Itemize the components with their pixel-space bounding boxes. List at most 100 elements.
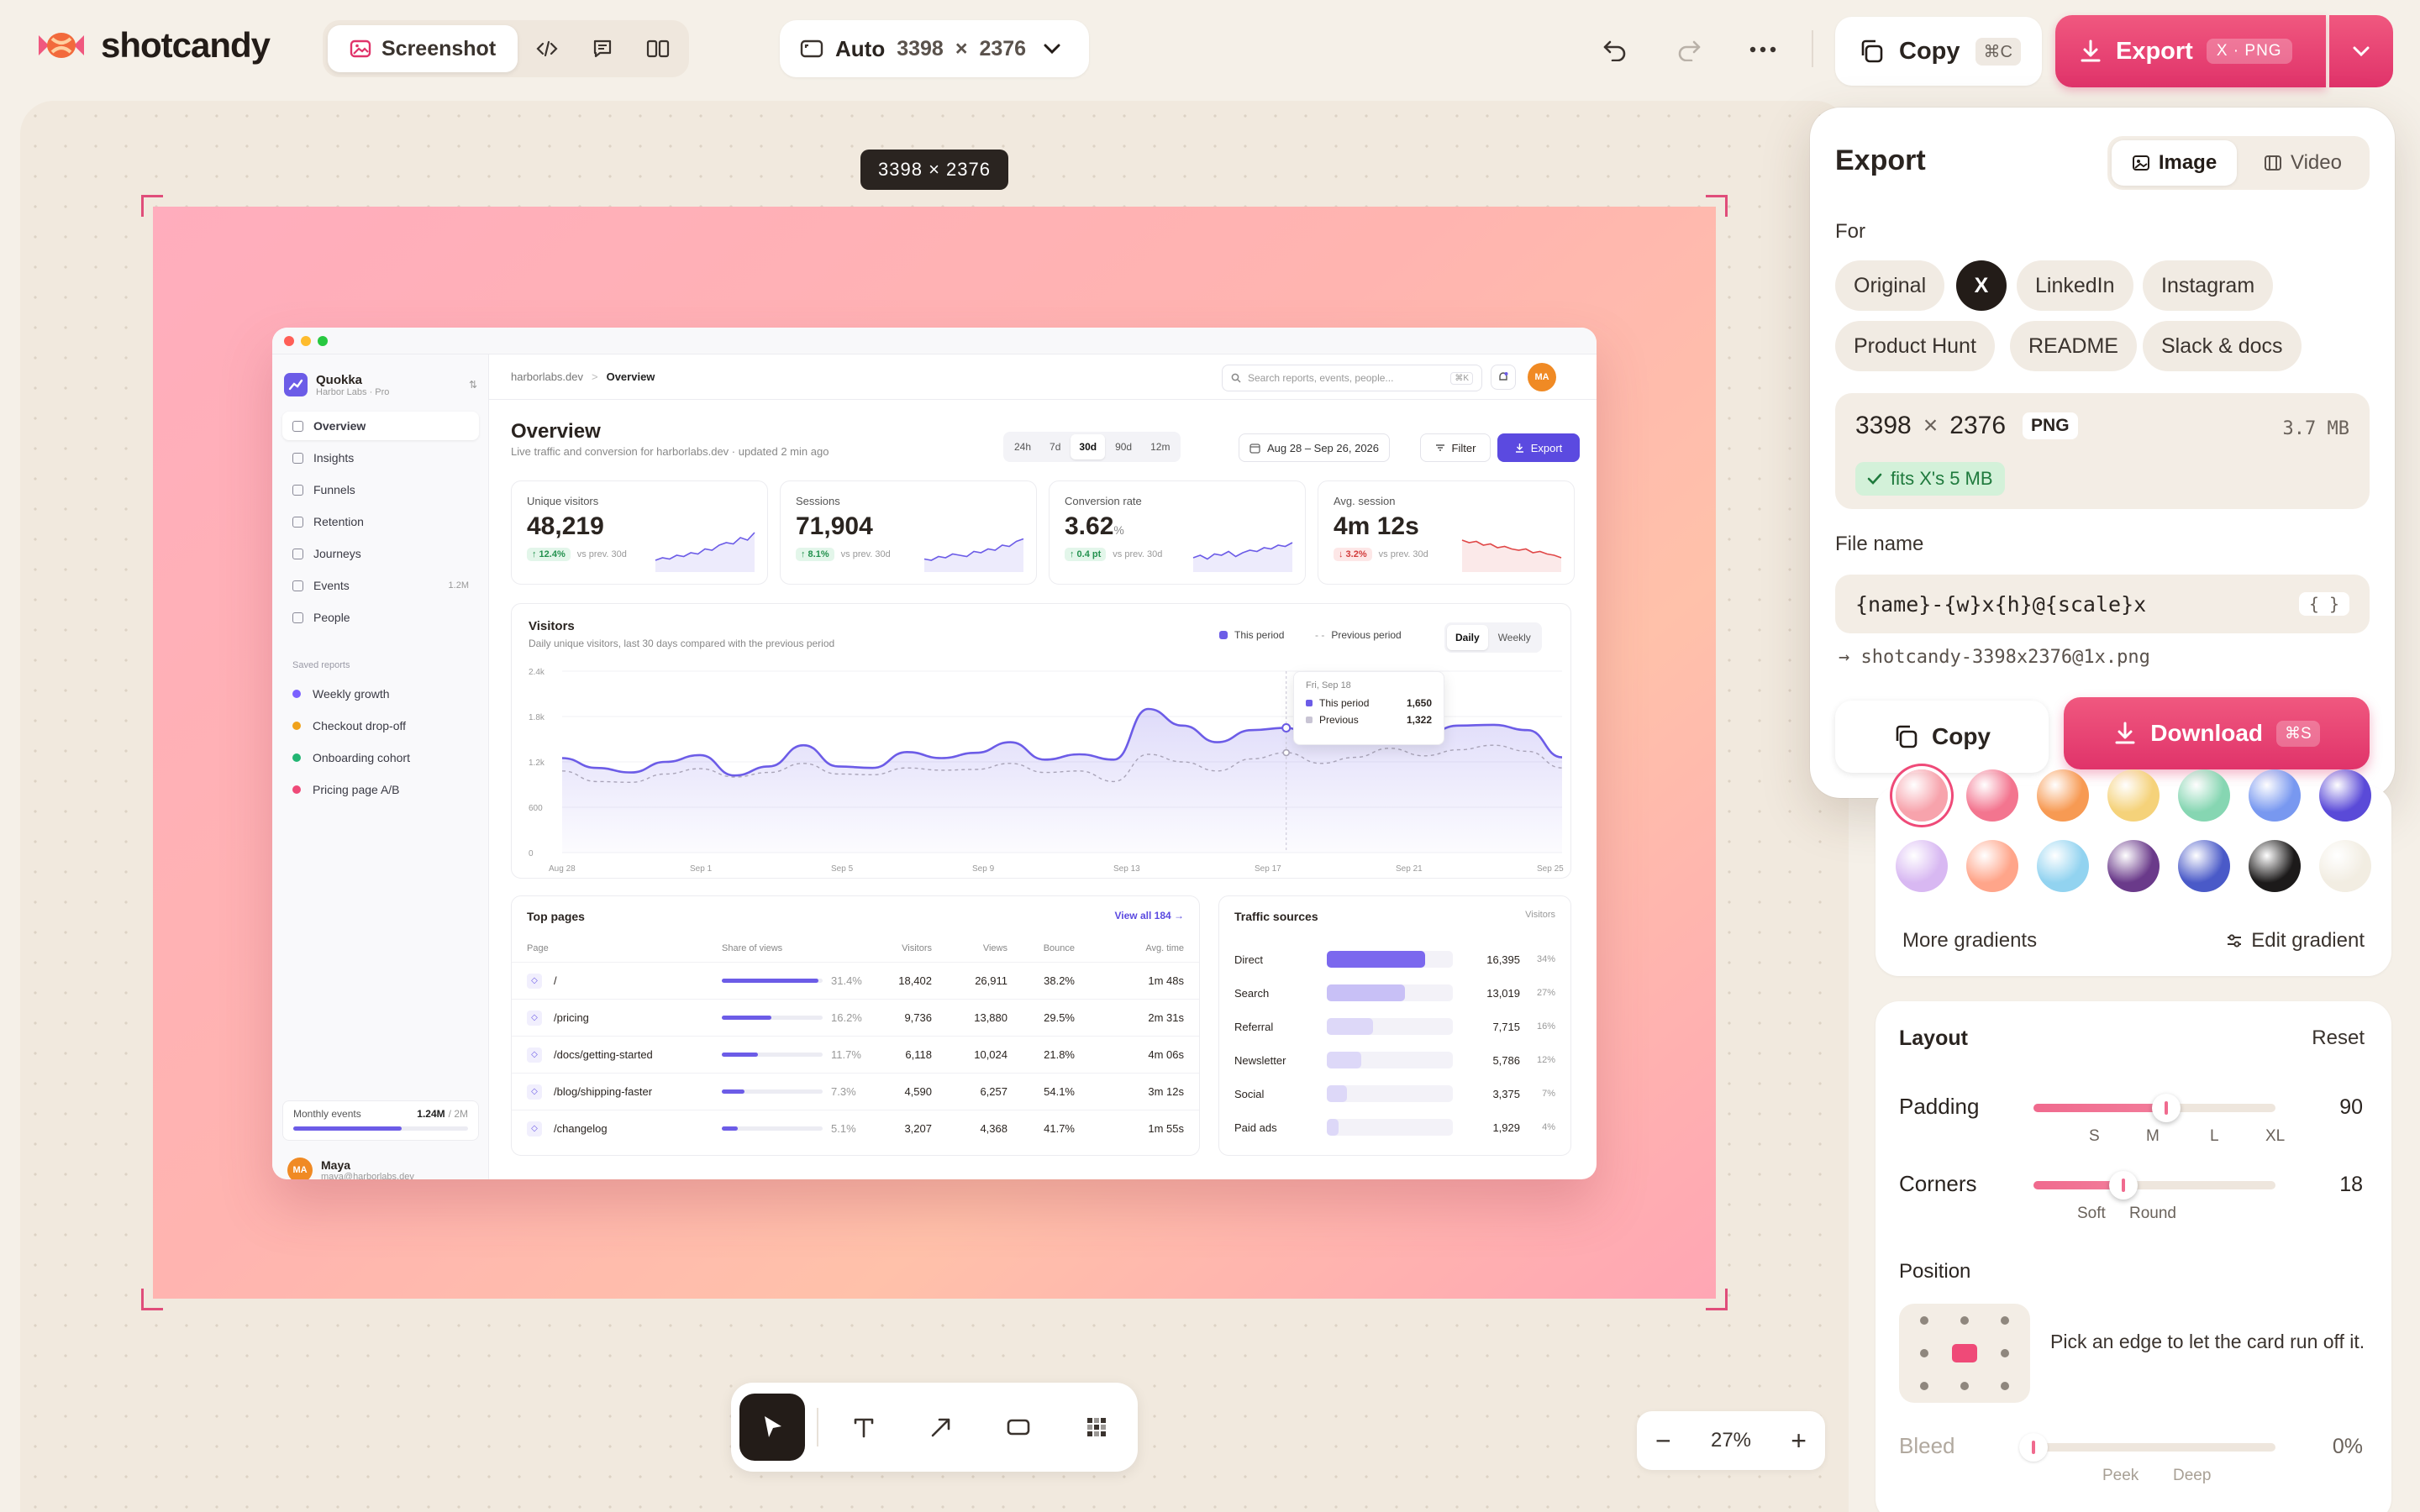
- range-7d[interactable]: 7d: [1041, 434, 1069, 459]
- insert-token-button[interactable]: { }: [2298, 592, 2349, 616]
- gradient-swatch[interactable]: [2319, 840, 2371, 892]
- table-row[interactable]: ◇ /changelog 5.1% 3,207 4,368 41.7% 1m 55s: [512, 1110, 1199, 1147]
- tab-video[interactable]: Video: [2240, 140, 2365, 186]
- sidebar-item-overview[interactable]: Overview: [282, 412, 479, 440]
- screenshot-card[interactable]: Quokka Harbor Labs · Pro ⇅ Overview Insig…: [272, 328, 1597, 1179]
- preset-product-hunt[interactable]: Product Hunt: [1835, 321, 1995, 371]
- table-row[interactable]: ◇ /pricing 16.2% 9,736 13,880 29.5% 2m 31s: [512, 999, 1199, 1036]
- popover-copy-button[interactable]: Copy: [1835, 701, 2049, 773]
- preset-readme[interactable]: README: [2010, 321, 2137, 371]
- app-logo[interactable]: shotcandy: [37, 25, 271, 66]
- saved-report-item[interactable]: Pricing page A/B: [292, 783, 400, 796]
- preset-instagram[interactable]: Instagram: [2143, 260, 2274, 311]
- view-all-link[interactable]: View all 184 →: [1115, 910, 1185, 921]
- tab-comment[interactable]: [576, 25, 629, 72]
- zoom-in-button[interactable]: +: [1791, 1425, 1807, 1457]
- gradient-swatch[interactable]: [2319, 769, 2371, 822]
- sidebar-item-journeys[interactable]: Journeys: [282, 539, 479, 568]
- tab-compare[interactable]: [632, 25, 684, 72]
- gradient-swatch[interactable]: [1896, 840, 1948, 892]
- file-name-input[interactable]: {name}-{w}x{h}@{scale}x { }: [1835, 575, 2370, 633]
- output-size-selector[interactable]: Auto 3398 × 2376: [780, 20, 1089, 77]
- resize-handle-top-right[interactable]: [1706, 195, 1728, 217]
- table-row[interactable]: ◇ /blog/shipping-faster 7.3% 4,590 6,257 54.1…: [512, 1073, 1199, 1110]
- notifications-button[interactable]: [1491, 365, 1516, 390]
- traffic-row[interactable]: Paid ads 1,929 4%: [1234, 1115, 1557, 1140]
- copy-button[interactable]: Copy ⌘C: [1835, 17, 2042, 86]
- date-range-picker[interactable]: Aug 28 – Sep 26, 2026: [1239, 433, 1391, 462]
- select-tool[interactable]: [739, 1394, 806, 1461]
- gradient-swatch[interactable]: [2107, 769, 2160, 822]
- pixelate-tool[interactable]: [1064, 1394, 1129, 1461]
- padding-slider-thumb[interactable]: [2152, 1094, 2181, 1122]
- bleed-slider-thumb[interactable]: [2019, 1433, 2048, 1462]
- dashboard-export-button[interactable]: Export: [1497, 433, 1580, 462]
- gradient-swatch[interactable]: [2107, 840, 2160, 892]
- gradient-swatch[interactable]: [2249, 840, 2301, 892]
- zoom-out-button[interactable]: −: [1655, 1425, 1671, 1457]
- sidebar-item-events[interactable]: Events 1.2M: [282, 571, 479, 600]
- arrow-tool[interactable]: [908, 1394, 974, 1461]
- kpi-card[interactable]: Avg. session 4m 12s ↓ 3.2% vs prev. 30d: [1318, 480, 1575, 585]
- filter-button[interactable]: Filter: [1420, 433, 1491, 462]
- traffic-row[interactable]: Search 13,019 27%: [1234, 980, 1557, 1005]
- tab-screenshot[interactable]: Screenshot: [328, 25, 518, 72]
- gradient-swatch[interactable]: [1896, 769, 1948, 822]
- gradient-swatch[interactable]: [2178, 840, 2230, 892]
- range-12m[interactable]: 12m: [1142, 434, 1178, 459]
- layout-reset-button[interactable]: Reset: [2312, 1026, 2365, 1050]
- workspace-switcher[interactable]: Quokka Harbor Labs · Pro ⇅: [284, 366, 477, 403]
- download-button[interactable]: Download ⌘S: [2064, 697, 2370, 769]
- range-24h[interactable]: 24h: [1006, 434, 1039, 459]
- gradient-swatch[interactable]: [2037, 840, 2089, 892]
- preset-x[interactable]: X: [1956, 260, 2007, 311]
- range-90d[interactable]: 90d: [1107, 434, 1140, 459]
- sidebar-item-funnels[interactable]: Funnels: [282, 475, 479, 504]
- gradient-swatch[interactable]: [1966, 840, 2018, 892]
- redo-button[interactable]: [1665, 26, 1712, 73]
- preset-linkedin[interactable]: LinkedIn: [2017, 260, 2133, 311]
- kpi-card[interactable]: Sessions 71,904 ↑ 8.1% vs prev. 30d: [780, 480, 1037, 585]
- header-avatar[interactable]: MA: [1528, 363, 1556, 391]
- sidebar-item-retention[interactable]: Retention: [282, 507, 479, 536]
- export-button[interactable]: Export X · PNG: [2055, 15, 2326, 87]
- traffic-row[interactable]: Direct 16,395 34%: [1234, 947, 1557, 972]
- bleed-slider[interactable]: [2020, 1443, 2275, 1452]
- resize-handle-top-left[interactable]: [141, 195, 163, 217]
- resize-handle-bottom-right[interactable]: [1706, 1289, 1728, 1310]
- corners-slider-thumb[interactable]: [2108, 1171, 2138, 1200]
- more-options-button[interactable]: [1739, 26, 1786, 73]
- preset-original[interactable]: Original: [1835, 260, 1945, 311]
- text-tool[interactable]: [830, 1394, 896, 1461]
- more-gradients-link[interactable]: More gradients: [1902, 929, 2037, 953]
- traffic-row[interactable]: Referral 7,715 16%: [1234, 1014, 1557, 1039]
- sidebar-item-insights[interactable]: Insights: [282, 444, 479, 472]
- table-row[interactable]: ◇ /docs/getting-started 11.7% 6,118 10,024 21…: [512, 1036, 1199, 1073]
- rectangle-tool[interactable]: [986, 1394, 1051, 1461]
- tab-image[interactable]: Image: [2112, 140, 2237, 186]
- sidebar-item-people[interactable]: People: [282, 603, 479, 632]
- breadcrumb-domain[interactable]: harborlabs.dev: [511, 370, 583, 383]
- saved-report-item[interactable]: Checkout drop-off: [292, 719, 406, 732]
- user-profile[interactable]: MA Maya maya@harborlabs.dev: [287, 1158, 414, 1179]
- tab-code[interactable]: [521, 25, 573, 72]
- undo-button[interactable]: [1591, 26, 1639, 73]
- table-row[interactable]: ◇ / 31.4% 18,402 26,911 38.2% 1m 48s: [512, 962, 1199, 999]
- gradient-swatch[interactable]: [2037, 769, 2089, 822]
- preset-slack-docs[interactable]: Slack & docs: [2143, 321, 2302, 371]
- position-picker[interactable]: [1899, 1304, 2030, 1403]
- traffic-row[interactable]: Social 3,375 7%: [1234, 1081, 1557, 1106]
- gradient-swatch[interactable]: [2249, 769, 2301, 822]
- range-30d[interactable]: 30d: [1071, 434, 1106, 459]
- resize-handle-bottom-left[interactable]: [141, 1289, 163, 1310]
- traffic-row[interactable]: Newsletter 5,786 12%: [1234, 1047, 1557, 1073]
- edit-gradient-button[interactable]: Edit gradient: [2226, 929, 2365, 953]
- saved-report-item[interactable]: Onboarding cohort: [292, 751, 410, 764]
- kpi-card[interactable]: Conversion rate 3.62% ↑ 0.4 pt vs prev. 30d: [1049, 480, 1306, 585]
- gradient-swatch[interactable]: [2178, 769, 2230, 822]
- export-menu-toggle[interactable]: [2329, 15, 2393, 87]
- gradient-swatch[interactable]: [1966, 769, 2018, 822]
- saved-report-item[interactable]: Weekly growth: [292, 687, 390, 701]
- kpi-card[interactable]: Unique visitors 48,219 ↑ 12.4% vs prev. 30d: [511, 480, 768, 585]
- search-input[interactable]: Search reports, events, people... ⌘K: [1222, 365, 1482, 391]
